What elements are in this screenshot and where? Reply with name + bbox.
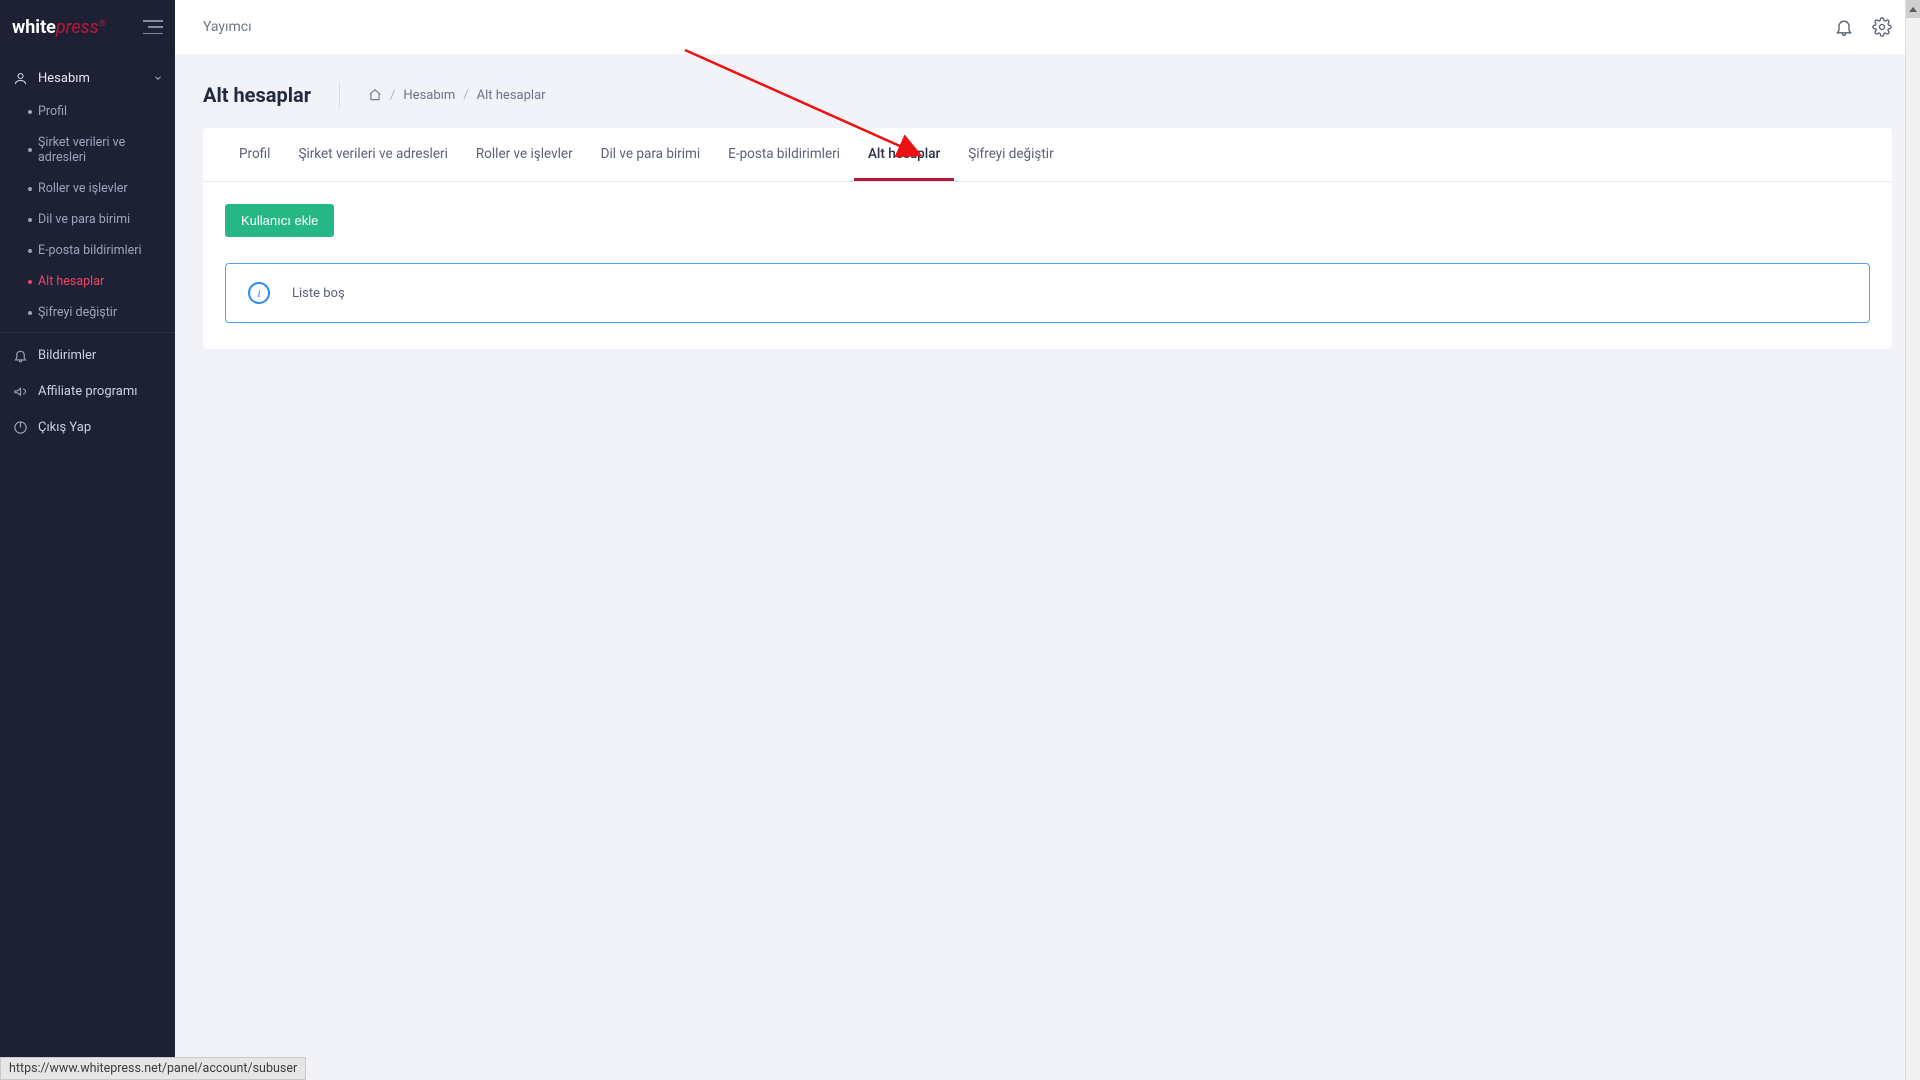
breadcrumb-separator: /: [463, 88, 468, 103]
tab-label: E-posta bildirimleri: [728, 146, 840, 162]
sidebar-subitem-profile[interactable]: Profil: [24, 96, 175, 127]
page-header: Alt hesaplar / Hesabım / Alt hesaplar: [175, 54, 1920, 128]
sidebar-submenu: Profil Şirket verileri ve adresleri Roll…: [0, 96, 175, 328]
gear-icon: [1872, 17, 1892, 37]
power-icon: [12, 419, 28, 435]
content-card: Profil Şirket verileri ve adresleri Roll…: [203, 128, 1892, 349]
sidebar-item-label: Hesabım: [38, 71, 90, 86]
tab-label: Şirket verileri ve adresleri: [298, 146, 447, 162]
home-icon[interactable]: [368, 88, 382, 102]
topbar-actions: [1834, 17, 1892, 37]
tab-profile[interactable]: Profil: [225, 128, 284, 181]
app-root: whitepress® Hesabım Profil Şirket verile…: [0, 0, 1920, 1080]
tab-label: Roller ve işlevler: [476, 146, 573, 162]
tab-password[interactable]: Şifreyi değiştir: [954, 128, 1067, 181]
sidebar-item-label: Affiliate programı: [38, 384, 137, 399]
tab-label: Dil ve para birimi: [601, 146, 701, 162]
add-user-button[interactable]: Kullanıcı ekle: [225, 204, 334, 237]
logo-press: press: [56, 17, 99, 38]
breadcrumb-current: Alt hesaplar: [477, 88, 546, 103]
sidebar-item-label: Çıkış Yap: [38, 420, 91, 435]
sidebar-subitem-label: Alt hesaplar: [38, 274, 104, 289]
tab-email[interactable]: E-posta bildirimleri: [714, 128, 854, 181]
main-area: Yayımcı Alt hesaplar / Hesabım / Alt: [175, 0, 1920, 1080]
card-body: Kullanıcı ekle i Liste boş: [203, 182, 1892, 349]
logo-reg-icon: ®: [99, 19, 106, 29]
sidebar-item-logout[interactable]: Çıkış Yap: [0, 409, 175, 445]
sidebar-header: whitepress®: [0, 0, 175, 54]
breadcrumb: / Hesabım / Alt hesaplar: [368, 88, 546, 103]
sidebar-subitem-password[interactable]: Şifreyi değiştir: [24, 297, 175, 328]
sidebar-item-notifications[interactable]: Bildirimler: [0, 337, 175, 373]
user-icon: [12, 70, 28, 86]
divider: [339, 82, 340, 108]
page-title: Alt hesaplar: [203, 83, 311, 107]
tab-company[interactable]: Şirket verileri ve adresleri: [284, 128, 461, 181]
sidebar-subitem-label: Şifreyi değiştir: [38, 305, 117, 320]
sidebar-subitem-label: Şirket verileri ve adresleri: [38, 135, 125, 165]
triangle-up-icon: [1909, 7, 1917, 12]
topbar-role-label: Yayımcı: [203, 19, 252, 35]
sidebar-subitem-label: Roller ve işlevler: [38, 181, 128, 196]
breadcrumb-account[interactable]: Hesabım: [403, 88, 455, 103]
scrollbar-up-button[interactable]: [1906, 0, 1920, 18]
sidebar-subitem-company[interactable]: Şirket verileri ve adresleri: [24, 127, 175, 173]
scrollbar-vertical[interactable]: [1905, 0, 1920, 1080]
sidebar-item-label: Bildirimler: [38, 348, 96, 363]
tab-label: Profil: [239, 146, 270, 162]
chevron-down-icon: [153, 73, 163, 83]
browser-status-bar: https://www.whitepress.net/panel/account…: [0, 1057, 306, 1080]
bell-icon: [1834, 17, 1854, 37]
tab-roles[interactable]: Roller ve işlevler: [462, 128, 587, 181]
hamburger-icon[interactable]: [143, 20, 163, 34]
bell-icon: [12, 347, 28, 363]
topbar: Yayımcı: [175, 0, 1920, 54]
empty-alert: i Liste boş: [225, 263, 1870, 323]
sidebar-item-affiliate[interactable]: Affiliate programı: [0, 373, 175, 409]
sidebar-item-account[interactable]: Hesabım: [0, 60, 175, 96]
sidebar-subitem-email[interactable]: E-posta bildirimleri: [24, 235, 175, 266]
brand-logo[interactable]: whitepress®: [12, 17, 106, 38]
breadcrumb-separator: /: [390, 88, 395, 103]
sidebar-subitem-label: Dil ve para birimi: [38, 212, 130, 227]
sidebar-nav: Hesabım Profil Şirket verileri ve adresl…: [0, 54, 175, 445]
logo-white: white: [12, 17, 56, 38]
alert-text: Liste boş: [292, 286, 345, 301]
tab-label: Alt hesaplar: [868, 146, 940, 162]
notifications-button[interactable]: [1834, 17, 1854, 37]
tab-subaccounts[interactable]: Alt hesaplar: [854, 128, 954, 181]
sidebar-subitem-roles[interactable]: Roller ve işlevler: [24, 173, 175, 204]
settings-button[interactable]: [1872, 17, 1892, 37]
sidebar-subitem-lang[interactable]: Dil ve para birimi: [24, 204, 175, 235]
sidebar-subitem-subaccounts[interactable]: Alt hesaplar: [24, 266, 175, 297]
tabs: Profil Şirket verileri ve adresleri Roll…: [203, 128, 1892, 182]
nav-divider: [0, 332, 175, 333]
tab-label: Şifreyi değiştir: [968, 146, 1053, 162]
sidebar: whitepress® Hesabım Profil Şirket verile…: [0, 0, 175, 1080]
sidebar-subitem-label: E-posta bildirimleri: [38, 243, 142, 258]
info-icon: i: [248, 282, 270, 304]
tab-lang[interactable]: Dil ve para birimi: [587, 128, 715, 181]
megaphone-icon: [12, 383, 28, 399]
sidebar-subitem-label: Profil: [38, 104, 67, 119]
